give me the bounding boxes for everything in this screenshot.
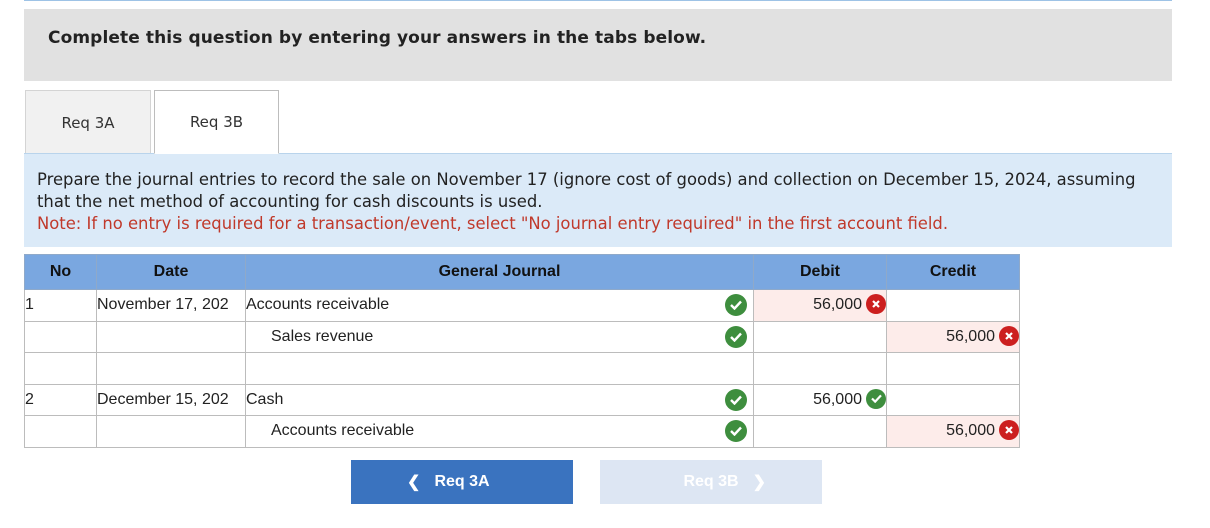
chevron-left-icon: ❮	[407, 474, 421, 491]
entry-number	[24, 415, 97, 448]
credit-field[interactable]	[886, 352, 1020, 385]
instructions-text: Prepare the journal entries to record th…	[37, 170, 1136, 211]
date-field[interactable]	[96, 415, 246, 448]
instructions-panel: Prepare the journal entries to record th…	[24, 153, 1172, 247]
table-row: Accounts receivable 56,000	[24, 415, 1020, 448]
account-field[interactable]: Accounts receivable	[245, 415, 754, 448]
debit-field[interactable]: 56,000	[753, 383, 887, 416]
account-field[interactable]	[245, 352, 754, 385]
date-field[interactable]	[96, 320, 246, 353]
debit-value: 56,000	[813, 296, 862, 314]
tab-label: Req 3B	[189, 113, 244, 131]
table-row	[24, 352, 1020, 385]
entry-number: 1	[24, 289, 97, 322]
credit-field[interactable]: 56,000	[886, 320, 1020, 353]
header-general-journal: General Journal	[245, 254, 754, 290]
chevron-right-icon: ❯	[752, 474, 766, 491]
question-instruction: Complete this question by entering your …	[48, 28, 707, 48]
table-row: 1 November 17, 202 Accounts receivable 5…	[24, 289, 1020, 322]
table-row: Sales revenue 56,000	[24, 320, 1020, 353]
account-field[interactable]: Cash	[245, 383, 754, 416]
header-no: No	[24, 254, 97, 290]
account-name: Accounts receivable	[246, 296, 390, 314]
question-header: Complete this question by entering your …	[24, 9, 1172, 81]
account-name: Accounts receivable	[271, 422, 415, 440]
debit-value: 56,000	[813, 390, 862, 408]
debit-field[interactable]	[753, 352, 887, 385]
account-field[interactable]: Sales revenue	[245, 320, 754, 353]
entry-number	[24, 352, 97, 385]
table-row: 2 December 15, 202 Cash 56,000	[24, 383, 1020, 416]
incorrect-icon	[999, 420, 1019, 441]
tab-label: Req 3A	[61, 113, 115, 132]
credit-value: 56,000	[946, 422, 995, 440]
journal-table: No Date General Journal Debit Credit 1 N…	[24, 254, 1020, 448]
account-name: Cash	[246, 390, 284, 408]
instructions-note: Note: If no entry is required for a tran…	[37, 214, 949, 233]
entry-number	[24, 320, 97, 353]
credit-value: 56,000	[946, 327, 995, 345]
check-icon	[725, 420, 747, 443]
debit-field[interactable]	[753, 415, 887, 448]
prev-button-label: Req 3A	[434, 473, 490, 490]
check-icon	[725, 294, 747, 317]
next-req-3b-button[interactable]: ❮ Req 3B ❯	[600, 460, 822, 504]
account-field[interactable]: Accounts receivable	[245, 289, 754, 322]
entry-number: 2	[24, 383, 97, 416]
date-field[interactable]: November 17, 202	[96, 289, 246, 322]
header-debit: Debit	[753, 254, 887, 290]
prev-req-3a-button[interactable]: ❮ Req 3A ❯	[351, 460, 573, 504]
debit-field[interactable]: 56,000	[753, 289, 887, 322]
table-header-row: No Date General Journal Debit Credit	[24, 254, 1020, 290]
credit-field[interactable]	[886, 289, 1020, 322]
tab-req-3b[interactable]: Req 3B	[154, 90, 279, 154]
credit-field[interactable]: 56,000	[886, 415, 1020, 448]
credit-field[interactable]	[886, 383, 1020, 416]
date-field[interactable]: December 15, 202	[96, 383, 246, 416]
header-credit: Credit	[886, 254, 1020, 290]
next-button-label: Req 3B	[683, 473, 739, 490]
correct-icon	[866, 388, 886, 409]
date-field[interactable]	[96, 352, 246, 385]
incorrect-icon	[999, 325, 1019, 346]
top-divider	[24, 0, 1172, 3]
account-name: Sales revenue	[271, 327, 374, 345]
incorrect-icon	[866, 294, 886, 315]
check-icon	[725, 325, 747, 348]
check-icon	[725, 388, 747, 411]
debit-field[interactable]	[753, 320, 887, 353]
tab-req-3a[interactable]: Req 3A	[25, 90, 151, 154]
header-date: Date	[96, 254, 246, 290]
